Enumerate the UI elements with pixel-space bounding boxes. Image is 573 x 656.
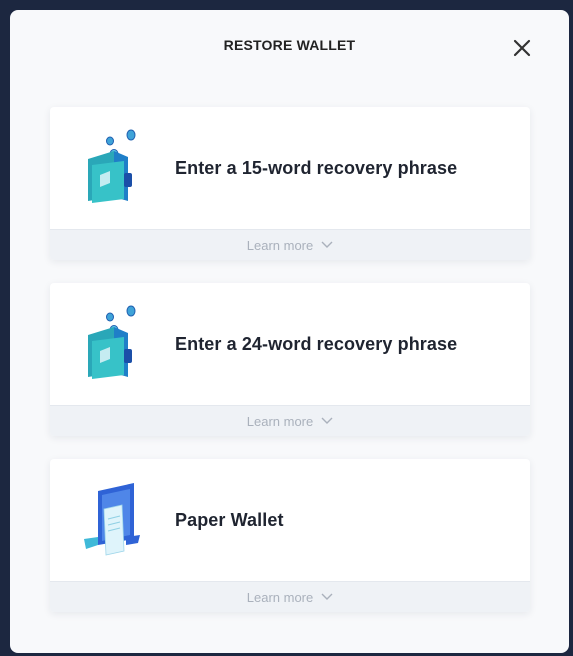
wallet-coins-icon xyxy=(80,303,142,383)
option-title: Paper Wallet xyxy=(175,510,284,530)
option-title: Enter a 15-word recovery phrase xyxy=(175,158,458,178)
chevron-down-icon xyxy=(321,417,333,424)
option-paper-wallet-card[interactable]: Paper Wallet Learn more xyxy=(50,459,530,612)
option-title: Enter a 24-word recovery phrase xyxy=(175,334,458,354)
option-24-word-card[interactable]: Enter a 24-word recovery phrase Learn mo… xyxy=(50,283,530,436)
learn-more-toggle[interactable]: Learn more xyxy=(50,581,530,612)
learn-more-label: Learn more xyxy=(246,413,314,429)
learn-more-toggle[interactable]: Learn more xyxy=(50,405,530,436)
close-button[interactable] xyxy=(510,36,534,60)
learn-more-label: Learn more xyxy=(246,589,314,605)
option-15-word-card[interactable]: Enter a 15-word recovery phrase Learn mo… xyxy=(50,107,530,260)
paper-wallet-icon xyxy=(80,479,142,559)
chevron-down-icon xyxy=(321,241,333,248)
restore-wallet-modal: RESTORE WALLET Enter a 15-word recovery … xyxy=(10,10,569,653)
close-icon xyxy=(513,39,531,57)
wallet-coins-icon xyxy=(80,127,142,207)
learn-more-label: Learn more xyxy=(246,237,314,253)
learn-more-toggle[interactable]: Learn more xyxy=(50,229,530,260)
chevron-down-icon xyxy=(321,593,333,600)
modal-title: RESTORE WALLET xyxy=(223,37,356,53)
